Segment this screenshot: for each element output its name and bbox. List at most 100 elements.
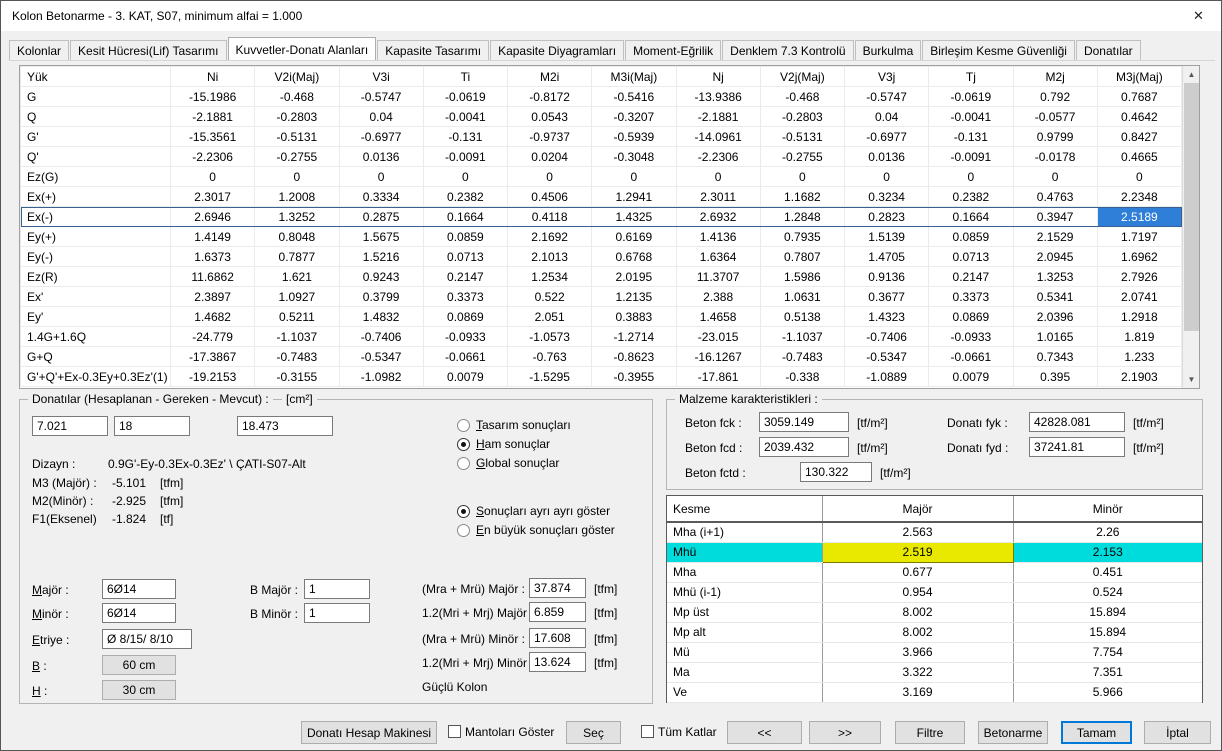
forces-cell[interactable]: 0.0204: [508, 147, 592, 167]
forces-cell[interactable]: 0.3677: [845, 287, 929, 307]
sec-button[interactable]: Seç: [566, 721, 621, 744]
forces-cell[interactable]: -0.2755: [760, 147, 844, 167]
forces-cell[interactable]: -15.3561: [171, 127, 255, 147]
forces-cell[interactable]: 0.3334: [339, 187, 423, 207]
forces-cell[interactable]: 1.2941: [592, 187, 676, 207]
gosterim-option-2[interactable]: En büyük sonuçları göster: [457, 523, 615, 537]
forces-cell[interactable]: -0.468: [760, 87, 844, 107]
forces-cell[interactable]: 1.4149: [171, 227, 255, 247]
forces-cell[interactable]: 1.5986: [760, 267, 844, 287]
minor-donati-input[interactable]: [102, 603, 176, 623]
forces-cell[interactable]: -14.0961: [676, 127, 760, 147]
forces-cell[interactable]: 1.5139: [845, 227, 929, 247]
close-button[interactable]: ✕: [1176, 1, 1221, 30]
etriye-input[interactable]: [102, 629, 192, 649]
forces-cell[interactable]: -0.0619: [423, 87, 507, 107]
forces-cell[interactable]: 1.6364: [676, 247, 760, 267]
forces-cell[interactable]: 0: [929, 167, 1013, 187]
beton-fcd-input[interactable]: [759, 437, 849, 457]
sonuc-tipi-option-2[interactable]: Ham sonuçlar: [457, 437, 571, 451]
forces-cell[interactable]: 0: [171, 167, 255, 187]
forces-row-label[interactable]: Q: [21, 107, 171, 127]
forces-cell[interactable]: 0.5211: [255, 307, 339, 327]
forces-cell[interactable]: 0.522: [508, 287, 592, 307]
mra-mru-major-input[interactable]: [529, 578, 586, 598]
mantolari-goster-checkbox[interactable]: [448, 725, 461, 738]
forces-row[interactable]: G-15.1986-0.468-0.5747-0.0619-0.8172-0.5…: [21, 87, 1182, 107]
forces-cell[interactable]: -0.2803: [255, 107, 339, 127]
titlebar[interactable]: Kolon Betonarme - 3. KAT, S07, minimum a…: [1, 1, 1221, 31]
forces-col-header[interactable]: M2j: [1013, 67, 1097, 87]
forces-cell[interactable]: 0: [592, 167, 676, 187]
beton-fctd-input[interactable]: [800, 462, 872, 482]
forces-cell[interactable]: 1.0631: [760, 287, 844, 307]
forces-cell[interactable]: 2.0396: [1013, 307, 1097, 327]
forces-cell[interactable]: -0.9737: [508, 127, 592, 147]
gosterim-option-1[interactable]: Sonuçları ayrı ayrı göster: [457, 504, 615, 518]
forces-cell[interactable]: 0: [339, 167, 423, 187]
forces-cell[interactable]: -0.0041: [423, 107, 507, 127]
forces-row[interactable]: Ey'1.46820.52111.48320.08692.0510.38831.…: [21, 307, 1182, 327]
forces-cell[interactable]: 2.7926: [1097, 267, 1181, 287]
b-major-input[interactable]: [304, 579, 370, 599]
forces-cell[interactable]: 0.0869: [423, 307, 507, 327]
forces-cell[interactable]: 0.1664: [423, 207, 507, 227]
sonuc-tipi-option-3[interactable]: Global sonuçlar: [457, 456, 571, 470]
forces-col-header[interactable]: M2i: [508, 67, 592, 87]
tum-katlar-checkbox[interactable]: [641, 725, 654, 738]
forces-cell[interactable]: -17.3867: [171, 347, 255, 367]
forces-cell[interactable]: -0.5747: [339, 87, 423, 107]
forces-row-label[interactable]: Ex(+): [21, 187, 171, 207]
forces-cell[interactable]: 0.6768: [592, 247, 676, 267]
forces-cell[interactable]: -0.5416: [592, 87, 676, 107]
forces-cell[interactable]: 0.0859: [423, 227, 507, 247]
forces-cell[interactable]: 2.051: [508, 307, 592, 327]
forces-row[interactable]: G'+Q'+Ex-0.3Ey+0.3Ez'(1)-19.2153-0.3155-…: [21, 367, 1182, 387]
vertical-scrollbar[interactable]: ▲ ▼: [1182, 66, 1199, 388]
forces-cell[interactable]: 0: [845, 167, 929, 187]
forces-col-header[interactable]: Ti: [423, 67, 507, 87]
forces-col-header[interactable]: V2i(Maj): [255, 67, 339, 87]
filtre-button[interactable]: Filtre: [895, 721, 965, 744]
forces-cell[interactable]: -0.5747: [845, 87, 929, 107]
forces-cell[interactable]: 2.0945: [1013, 247, 1097, 267]
forces-col-header[interactable]: V3j: [845, 67, 929, 87]
forces-cell[interactable]: 1.4136: [676, 227, 760, 247]
forces-row[interactable]: Ey(+)1.41490.80481.56750.08592.16920.616…: [21, 227, 1182, 247]
forces-cell[interactable]: 0.4506: [508, 187, 592, 207]
forces-cell[interactable]: 0.0079: [929, 367, 1013, 387]
forces-cell[interactable]: 1.5675: [339, 227, 423, 247]
forces-cell[interactable]: -0.8623: [592, 347, 676, 367]
donati-hesap-makinesi-button[interactable]: Donatı Hesap Makinesi: [301, 721, 437, 744]
donati-mevcut-input[interactable]: [237, 416, 333, 436]
forces-cell[interactable]: -0.468: [255, 87, 339, 107]
tab-1[interactable]: Kolonlar: [9, 40, 69, 60]
forces-col-header[interactable]: Yük: [21, 67, 171, 87]
forces-cell[interactable]: 0: [255, 167, 339, 187]
forces-cell[interactable]: 11.3707: [676, 267, 760, 287]
forces-cell[interactable]: -0.0178: [1013, 147, 1097, 167]
forces-row[interactable]: G+Q-17.3867-0.7483-0.5347-0.0661-0.763-0…: [21, 347, 1182, 367]
forces-cell[interactable]: -0.5939: [592, 127, 676, 147]
forces-row[interactable]: G'-15.3561-0.5131-0.6977-0.131-0.9737-0.…: [21, 127, 1182, 147]
b-dimension-button[interactable]: 60 cm: [102, 655, 176, 675]
sonuc-tipi-option-1[interactable]: Tasarım sonuçları: [457, 418, 571, 432]
forces-cell[interactable]: -1.1037: [760, 327, 844, 347]
forces-cell[interactable]: -0.0091: [929, 147, 1013, 167]
forces-cell[interactable]: -0.0091: [423, 147, 507, 167]
forces-cell[interactable]: 0.0869: [929, 307, 1013, 327]
forces-cell[interactable]: -1.5295: [508, 367, 592, 387]
forces-cell[interactable]: -0.7483: [255, 347, 339, 367]
tab-5[interactable]: Kapasite Diyagramları: [490, 40, 624, 60]
mri-mrj-major-input[interactable]: [529, 602, 586, 622]
forces-cell[interactable]: 2.1013: [508, 247, 592, 267]
forces-cell[interactable]: -0.5347: [845, 347, 929, 367]
forces-cell[interactable]: -0.338: [760, 367, 844, 387]
forces-cell[interactable]: 1.3252: [255, 207, 339, 227]
forces-cell[interactable]: 0.0713: [929, 247, 1013, 267]
mra-mru-minor-input[interactable]: [529, 628, 586, 648]
forces-cell[interactable]: -1.0982: [339, 367, 423, 387]
forces-row-label[interactable]: Ey(-): [21, 247, 171, 267]
forces-cell[interactable]: 0.2147: [423, 267, 507, 287]
forces-cell[interactable]: -0.5131: [760, 127, 844, 147]
